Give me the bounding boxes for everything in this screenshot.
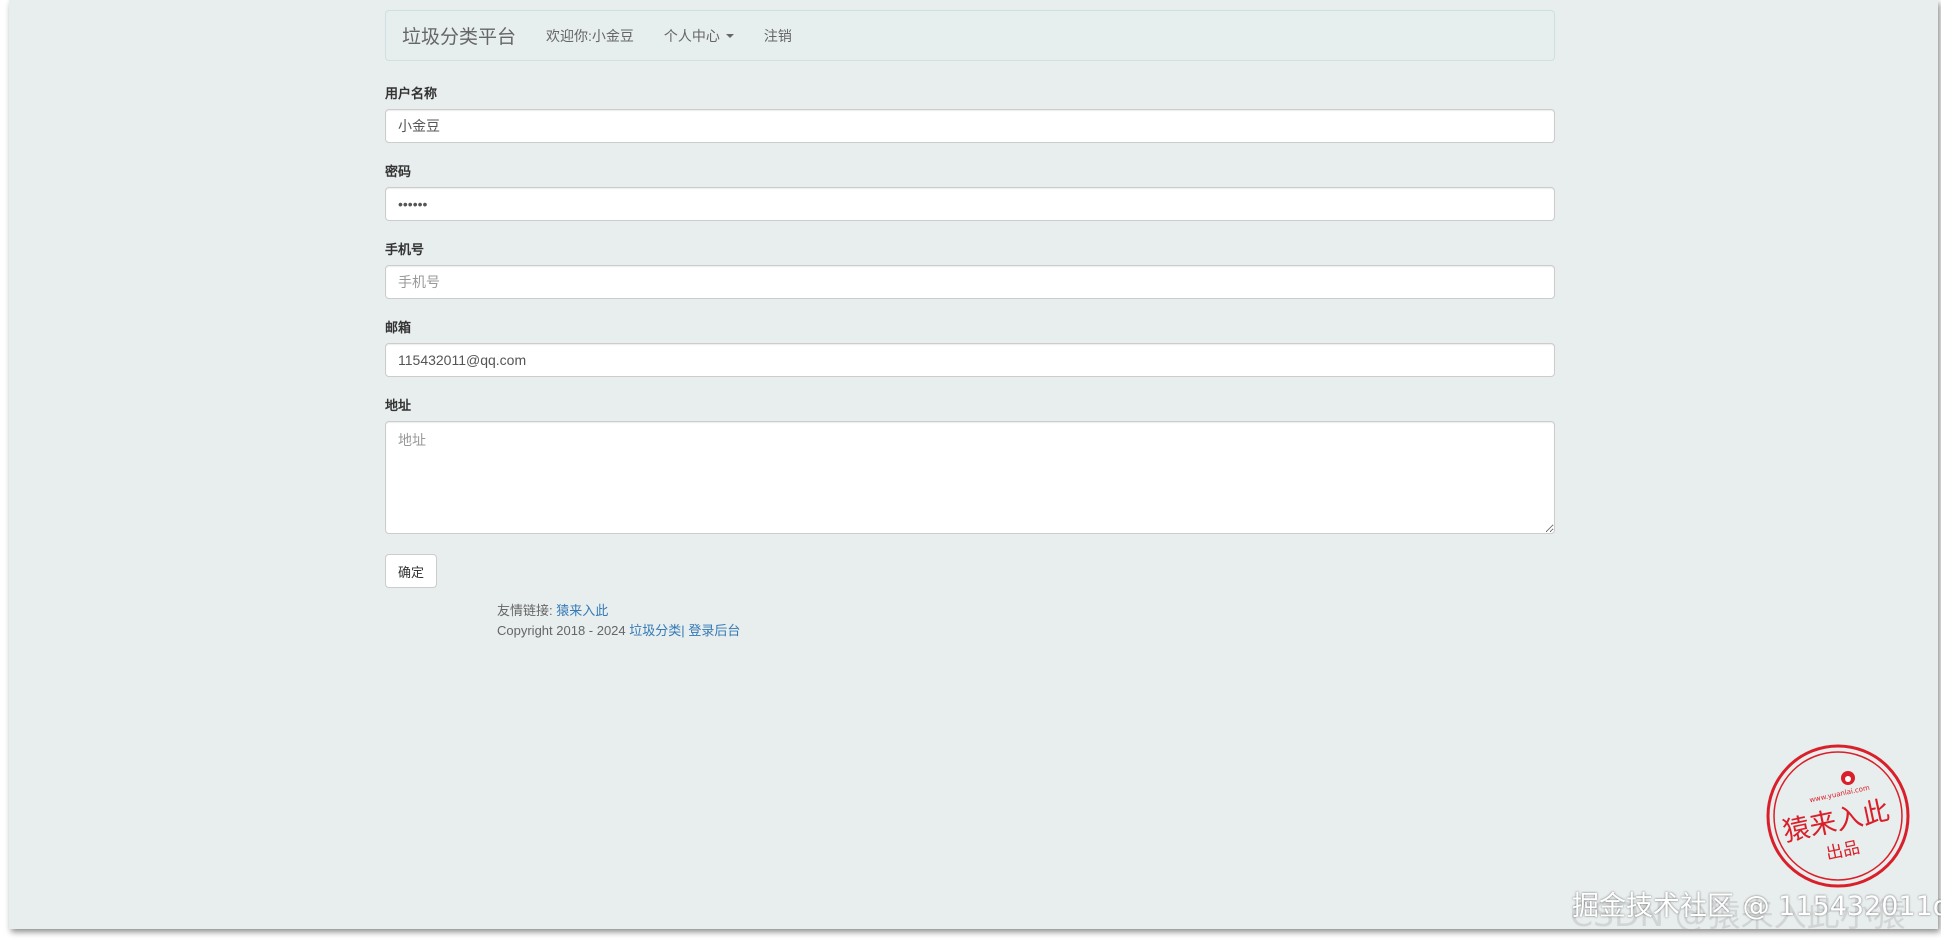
email-input[interactable] bbox=[385, 343, 1555, 377]
phone-group: 手机号 bbox=[385, 239, 1555, 299]
friend-links-label: 友情链接: bbox=[497, 603, 553, 618]
email-group: 邮箱 bbox=[385, 317, 1555, 377]
phone-input[interactable] bbox=[385, 265, 1555, 299]
friend-link[interactable]: 猿来入此 bbox=[556, 603, 608, 618]
password-input[interactable] bbox=[385, 187, 1555, 221]
stamp-main-text: 猿来入此 bbox=[1780, 795, 1892, 848]
profile-form: 用户名称 密码 手机号 邮箱 地址 确定 bbox=[385, 83, 1555, 588]
address-textarea[interactable] bbox=[385, 421, 1555, 534]
copyright-row: Copyright 2018 - 2024 垃圾分类| 登录后台 bbox=[497, 621, 1555, 641]
logout-link[interactable]: 注销 bbox=[764, 26, 792, 46]
footer-separator: | bbox=[681, 623, 685, 638]
friend-links-row: 友情链接: 猿来入此 bbox=[497, 601, 1555, 621]
email-label: 邮箱 bbox=[385, 320, 412, 335]
watermark-front: 掘金技术社区 @ 115432011q bbox=[1572, 891, 1941, 922]
submit-button[interactable]: 确定 bbox=[385, 554, 438, 588]
copyright-text: Copyright 2018 - 2024 bbox=[497, 623, 626, 638]
password-group: 密码 bbox=[385, 161, 1555, 221]
personal-center-dropdown[interactable]: 个人中心 bbox=[664, 26, 734, 46]
address-label: 地址 bbox=[385, 398, 412, 413]
password-label: 密码 bbox=[385, 164, 412, 179]
phone-label: 手机号 bbox=[385, 242, 425, 257]
main-container: 垃圾分类平台 欢迎你:小金豆 个人中心 注销 用户名称 密码 手机号 邮箱 地址… bbox=[385, 10, 1555, 641]
navbar: 垃圾分类平台 欢迎你:小金豆 个人中心 注销 bbox=[385, 10, 1555, 61]
address-group: 地址 bbox=[385, 395, 1555, 534]
stamp-seal-icon: www.yuanlai.com 猿来入此 出品 bbox=[1766, 744, 1910, 888]
username-group: 用户名称 bbox=[385, 83, 1555, 143]
footer: 友情链接: 猿来入此 Copyright 2018 - 2024 垃圾分类| 登… bbox=[497, 601, 1555, 641]
site-link[interactable]: 垃圾分类 bbox=[629, 623, 681, 638]
caret-down-icon bbox=[725, 33, 734, 38]
personal-center-label: 个人中心 bbox=[663, 27, 720, 44]
admin-login-link[interactable]: 登录后台 bbox=[688, 623, 740, 638]
username-label: 用户名称 bbox=[385, 86, 438, 101]
stamp-sub-text: 出品 bbox=[1824, 838, 1861, 865]
username-input[interactable] bbox=[385, 109, 1555, 143]
navbar-brand[interactable]: 垃圾分类平台 bbox=[402, 22, 516, 49]
welcome-link[interactable]: 欢迎你:小金豆 bbox=[546, 26, 634, 46]
